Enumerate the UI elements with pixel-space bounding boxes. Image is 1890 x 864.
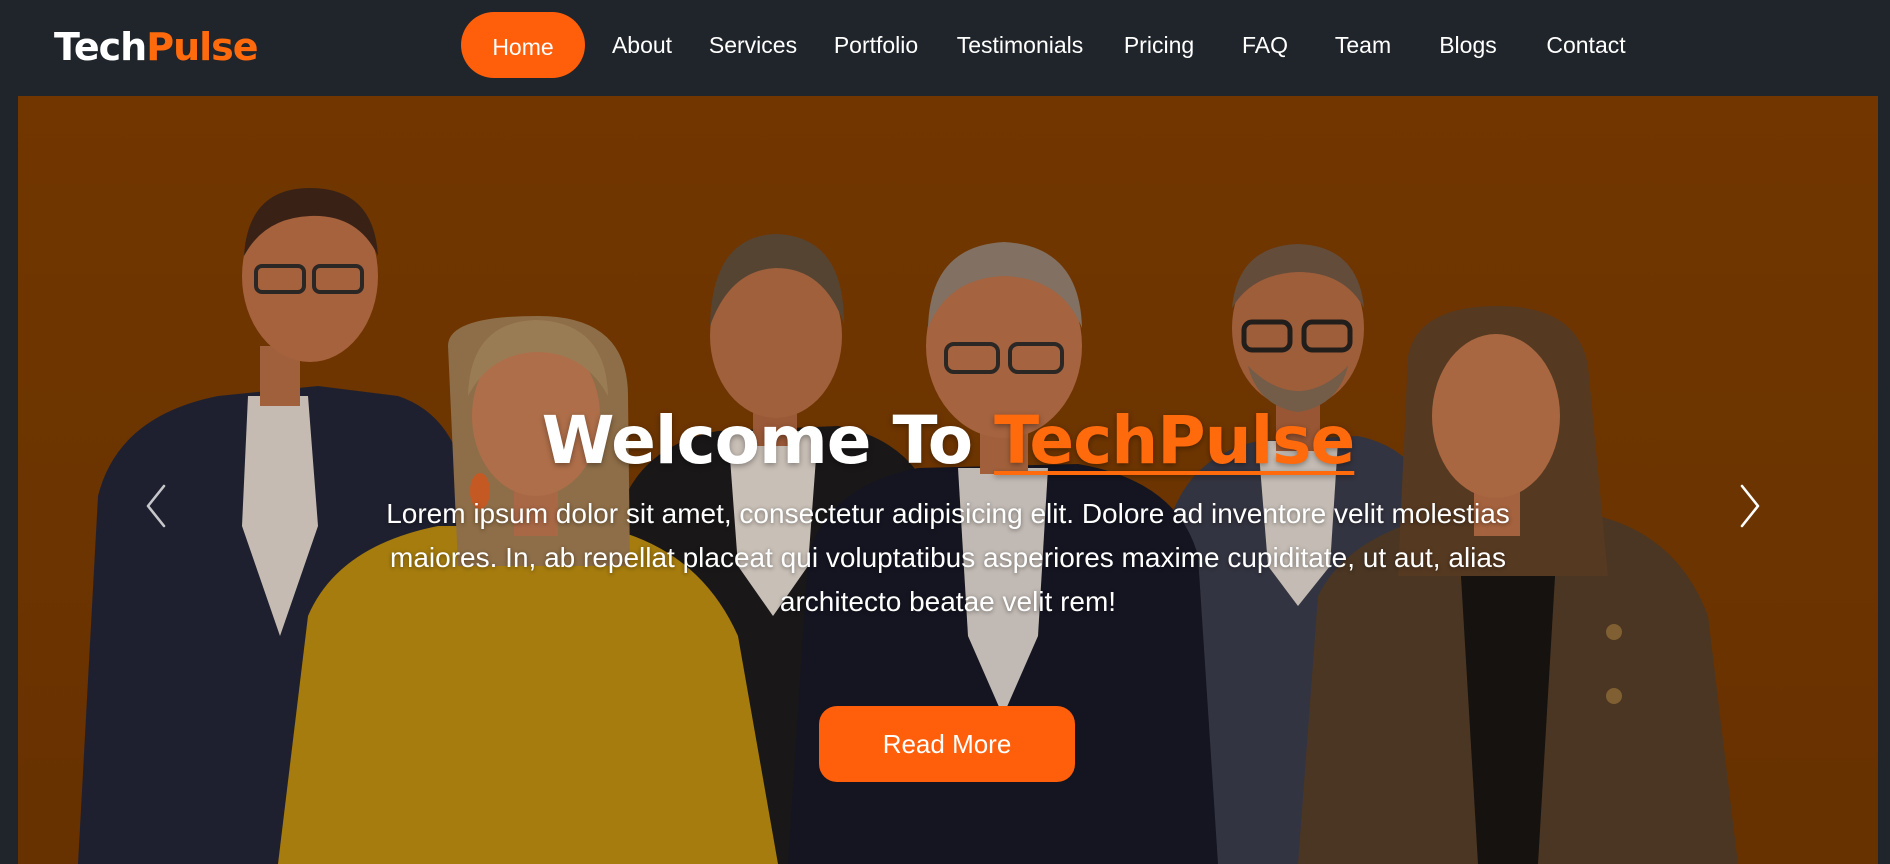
nav-blogs[interactable]: Blogs <box>1436 12 1500 78</box>
nav-pricing[interactable]: Pricing <box>1114 12 1204 78</box>
main-nav: Home About Services Portfolio Testimonia… <box>0 12 1890 78</box>
hero-title-accent: TechPulse <box>994 402 1355 479</box>
nav-faq[interactable]: FAQ <box>1236 12 1294 78</box>
navbar: TechPulse Home About Services Portfolio … <box>0 0 1890 96</box>
hero-carousel: Welcome To TechPulse Lorem ipsum dolor s… <box>18 96 1878 864</box>
nav-about[interactable]: About <box>606 12 678 78</box>
hero-title: Welcome To TechPulse <box>18 396 1878 486</box>
nav-testimonials[interactable]: Testimonials <box>952 12 1088 78</box>
carousel-next-button[interactable] <box>1728 476 1772 536</box>
nav-home[interactable]: Home <box>461 12 585 78</box>
nav-team[interactable]: Team <box>1332 12 1394 78</box>
carousel-prev-button[interactable] <box>134 476 178 536</box>
chevron-left-icon <box>146 484 166 528</box>
nav-services[interactable]: Services <box>704 12 802 78</box>
chevron-right-icon <box>1740 484 1760 528</box>
hero-description: Lorem ipsum dolor sit amet, consectetur … <box>386 498 1510 617</box>
hero-title-prefix: Welcome To <box>541 402 995 479</box>
nav-portfolio[interactable]: Portfolio <box>826 12 926 78</box>
nav-contact[interactable]: Contact <box>1542 12 1630 78</box>
read-more-button[interactable]: Read More <box>819 706 1075 782</box>
